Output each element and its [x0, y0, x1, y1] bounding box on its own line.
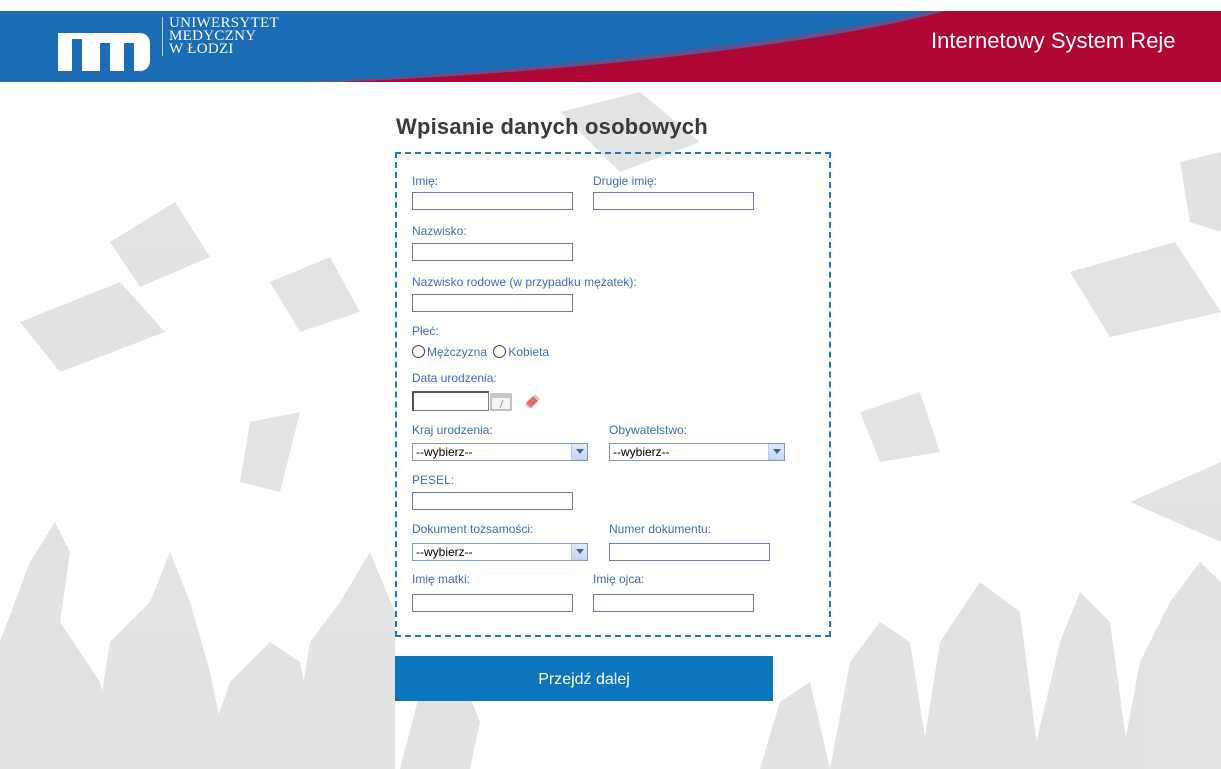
logo-line-3: W ŁODZI [169, 41, 234, 57]
chevron-down-icon[interactable] [768, 444, 784, 460]
page-title: Wpisanie danych osobowych [396, 114, 708, 139]
id-document-label: Dokument tożsamości: [412, 522, 534, 536]
pesel-label: PESEL: [412, 473, 455, 487]
citizenship-label: Obywatelstwo: [609, 423, 688, 437]
birth-date-label: Data urodzenia: [412, 371, 497, 385]
eraser-icon[interactable] [523, 392, 541, 410]
calendar-icon[interactable] [490, 393, 512, 411]
maiden-name-label: Nazwisko rodowe (w przypadku mężatek): [412, 275, 637, 289]
citizenship-select[interactable]: --wybierz-- [609, 443, 785, 461]
birth-country-value: --wybierz-- [416, 445, 473, 459]
id-document-select[interactable]: --wybierz-- [412, 543, 588, 561]
id-document-value: --wybierz-- [416, 545, 473, 559]
chevron-down-icon[interactable] [571, 444, 587, 460]
gender-male-label: Mężczyzna [427, 345, 488, 359]
pesel-input[interactable] [412, 492, 573, 510]
system-title: Internetowy System Reje [931, 28, 1176, 53]
site-header: UNIWERSYTET MEDYCZNY W ŁODZI Internetowy… [0, 11, 1221, 82]
father-name-label: Imię ojca: [593, 572, 645, 586]
mother-name-input[interactable] [412, 594, 573, 612]
surname-label: Nazwisko: [412, 224, 467, 238]
document-number-label: Numer dokumentu: [609, 522, 712, 536]
citizenship-value: --wybierz-- [613, 445, 670, 459]
continue-button[interactable]: Przejdź dalej [395, 656, 773, 701]
birth-country-select[interactable]: --wybierz-- [412, 443, 588, 461]
gender-male-radio[interactable] [412, 345, 425, 358]
birth-country-label: Kraj urodzenia: [412, 423, 493, 437]
personal-data-form: Imię: Drugie imię: Nazwisko: Nazwisko ro… [395, 152, 831, 637]
second-name-label: Drugie imię: [593, 174, 658, 188]
document-number-input[interactable] [609, 543, 770, 561]
university-logo-icon [58, 33, 150, 71]
birth-date-input[interactable] [412, 391, 489, 411]
gender-female-label: Kobieta [508, 345, 550, 359]
first-name-label: Imię: [412, 174, 439, 188]
gender-female-radio[interactable] [493, 345, 507, 358]
mother-name-label: Imię matki: [412, 572, 471, 586]
university-name: UNIWERSYTET MEDYCZNY W ŁODZI [162, 16, 279, 57]
chevron-down-icon[interactable] [571, 544, 587, 560]
first-name-input[interactable] [412, 192, 573, 210]
gender-options: Mężczyzna Kobieta [412, 345, 549, 359]
maiden-name-input[interactable] [412, 294, 573, 312]
father-name-input[interactable] [593, 594, 754, 612]
gender-label: Płeć: [412, 324, 439, 338]
second-name-input[interactable] [593, 192, 754, 210]
surname-input[interactable] [412, 243, 573, 261]
